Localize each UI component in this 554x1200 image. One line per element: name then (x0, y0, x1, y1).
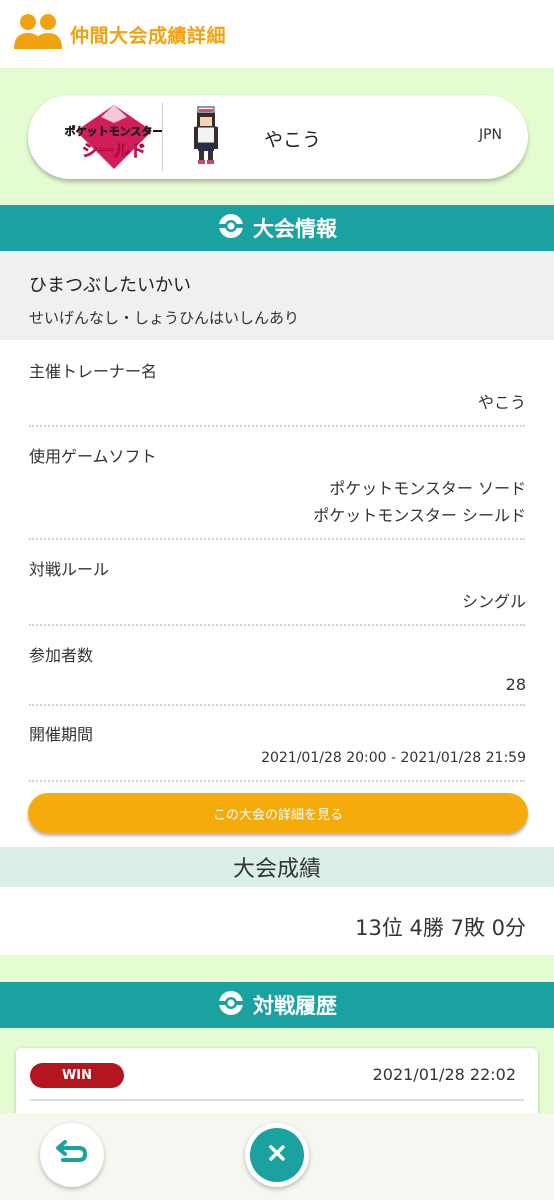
tournament-info-heading-label: 大会情報 (253, 217, 337, 241)
pokeball-icon (217, 989, 245, 1022)
organizer-value: やこう (477, 393, 526, 412)
row-divider (29, 624, 525, 626)
logo-text-top: ポケットモンスター (65, 124, 164, 138)
battle-history-heading: 対戦履歴 (0, 982, 554, 1028)
profile-card: ポケットモンスター シールド やこう JPN (28, 95, 528, 179)
period-value: 2021/01/28 20:00 - 2021/01/28 21:59 (261, 750, 526, 766)
organizer-label: 主催トレーナー名 (29, 362, 158, 381)
battle-datetime: 2021/01/28 22:02 (372, 1065, 516, 1084)
close-icon (268, 1144, 286, 1166)
close-button[interactable] (245, 1123, 309, 1187)
player-region: JPN (478, 127, 502, 143)
app-header: 仲間大会成績詳細 (0, 0, 554, 68)
tournament-name: ひまつぶしたいかい (29, 275, 191, 296)
logo-text-bottom: シールド (82, 143, 146, 160)
row-divider (29, 704, 525, 706)
player-name: やこう (264, 129, 322, 151)
tournament-rule: せいげんなし・しょうひんはいしんあり (29, 309, 300, 327)
page-title: 仲間大会成績詳細 (70, 24, 227, 47)
results-heading: 大会成績 (0, 847, 554, 887)
win-badge: WIN (30, 1063, 124, 1088)
tournament-info-heading: 大会情報 (0, 205, 554, 251)
battle-rule-value: シングル (461, 592, 526, 611)
back-button[interactable] (40, 1123, 104, 1187)
row-divider (29, 780, 525, 782)
trainer-sprite (186, 105, 226, 165)
game-software-value-2: ポケットモンスター シールド (313, 506, 526, 525)
battle-rule-label: 対戦ルール (29, 560, 110, 579)
game-software-value-1: ポケットモンスター ソード (329, 479, 526, 498)
game-logo: ポケットモンスター シールド (56, 101, 172, 173)
bottom-bar (0, 1113, 554, 1200)
results-value: 13位 4勝 7敗 0分 (355, 916, 526, 940)
return-icon (55, 1140, 89, 1170)
profile-section: ポケットモンスター シールド やこう JPN (0, 68, 554, 205)
results-heading-label: 大会成績 (232, 857, 321, 882)
battle-history-heading-label: 対戦履歴 (253, 994, 337, 1018)
friends-icon (14, 13, 62, 55)
participants-label: 参加者数 (29, 646, 94, 665)
row-divider (29, 538, 525, 540)
card-divider (162, 103, 163, 171)
row-divider (29, 425, 525, 427)
view-tournament-details-button[interactable]: この大会の詳細を見る (28, 793, 528, 833)
results-body: 13位 4勝 7敗 0分 (0, 887, 554, 955)
period-label: 開催期間 (29, 725, 94, 744)
game-software-label: 使用ゲームソフト (29, 447, 157, 466)
section-gap (0, 955, 554, 982)
pokeball-icon (217, 212, 245, 245)
participants-value: 28 (505, 675, 526, 694)
close-button-inner (250, 1128, 304, 1182)
tournament-summary: ひまつぶしたいかい せいげんなし・しょうひんはいしんあり (0, 251, 554, 340)
card-divider (30, 1099, 524, 1101)
